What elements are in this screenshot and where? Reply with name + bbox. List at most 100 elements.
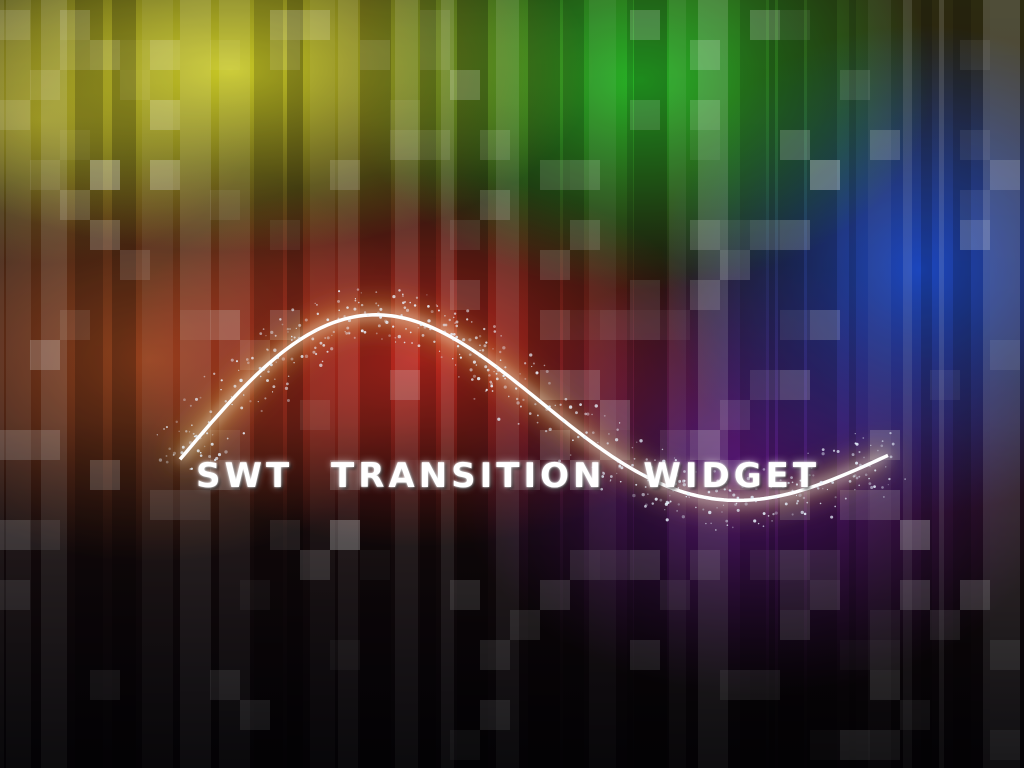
sparkle bbox=[714, 529, 717, 531]
sparkle bbox=[821, 452, 825, 456]
sparkle bbox=[194, 397, 199, 401]
sparkle bbox=[180, 451, 184, 455]
sparkle bbox=[413, 304, 417, 307]
sparkle bbox=[290, 339, 293, 341]
sparkle bbox=[235, 360, 239, 363]
sparkle bbox=[240, 406, 244, 410]
sparkle bbox=[286, 382, 289, 386]
sparkle bbox=[795, 502, 799, 505]
sparkle bbox=[483, 327, 486, 331]
sparkle bbox=[346, 306, 349, 309]
sparkle bbox=[807, 452, 809, 455]
sparkle bbox=[877, 449, 879, 452]
sparkle bbox=[685, 495, 687, 498]
sparkle bbox=[591, 431, 595, 434]
sparkle bbox=[264, 397, 267, 400]
sparkle bbox=[455, 320, 459, 324]
sparkle bbox=[326, 318, 330, 322]
sparkle bbox=[722, 504, 725, 506]
sparkle bbox=[191, 424, 193, 427]
sparkle bbox=[377, 311, 380, 315]
sparkle bbox=[497, 369, 500, 372]
sparkle bbox=[594, 404, 598, 408]
sparkle bbox=[459, 356, 463, 359]
sparkle bbox=[242, 432, 246, 435]
sparkle bbox=[319, 341, 323, 345]
sparkle bbox=[522, 398, 525, 402]
sparkle bbox=[388, 334, 391, 337]
sparkle bbox=[188, 441, 193, 445]
sparkle bbox=[175, 420, 178, 424]
sparkle bbox=[744, 502, 748, 506]
sparkle bbox=[266, 379, 269, 383]
sparkle bbox=[353, 336, 356, 339]
sparkle bbox=[499, 350, 502, 354]
sparkle bbox=[544, 429, 548, 433]
sparkle bbox=[478, 335, 482, 338]
sparkle bbox=[491, 390, 494, 392]
sparkle bbox=[295, 327, 297, 330]
sparkle bbox=[472, 360, 477, 364]
sparkle bbox=[791, 513, 794, 516]
sparkle bbox=[688, 496, 690, 498]
sparkle bbox=[485, 341, 488, 344]
sparkle bbox=[394, 341, 397, 343]
sparkle bbox=[231, 403, 233, 406]
banner-artwork: SWT TRANSITION WIDGET bbox=[0, 0, 1024, 768]
sparkle bbox=[479, 349, 481, 352]
sparkle bbox=[344, 330, 346, 333]
sparkle bbox=[379, 307, 383, 311]
sparkle bbox=[524, 362, 527, 365]
sparkle bbox=[452, 333, 456, 336]
sparkle bbox=[468, 353, 472, 357]
sparkle bbox=[279, 318, 282, 321]
sparkle bbox=[767, 515, 770, 517]
sparkle bbox=[564, 397, 568, 401]
sparkle bbox=[572, 439, 574, 442]
sparkle bbox=[234, 393, 236, 396]
sparkle bbox=[203, 445, 206, 448]
sparkle bbox=[535, 371, 539, 375]
sparkle bbox=[438, 350, 441, 352]
sparkle bbox=[548, 427, 552, 431]
sparkle bbox=[486, 368, 490, 372]
sparkle bbox=[519, 373, 521, 375]
sparkle bbox=[188, 431, 191, 433]
sparkle bbox=[405, 308, 410, 312]
sparkle bbox=[429, 327, 432, 331]
sparkle bbox=[281, 323, 284, 326]
sparkle bbox=[495, 372, 498, 375]
sparkle bbox=[168, 447, 171, 450]
sparkle bbox=[705, 522, 707, 525]
sparkle bbox=[458, 376, 460, 378]
sparkle bbox=[211, 434, 214, 436]
sparkle bbox=[603, 414, 606, 417]
sparkle bbox=[230, 358, 234, 362]
sparkle bbox=[428, 323, 430, 326]
sparkle bbox=[270, 330, 274, 334]
sparkle bbox=[337, 317, 340, 320]
sparkle bbox=[889, 431, 892, 435]
sparkle bbox=[452, 338, 456, 342]
sparkle bbox=[183, 398, 186, 402]
sparkle bbox=[319, 363, 323, 367]
sparkle bbox=[165, 425, 169, 429]
sparkle bbox=[298, 323, 302, 327]
sparkle bbox=[202, 432, 205, 435]
sparkle bbox=[796, 499, 800, 503]
sparkle bbox=[304, 318, 308, 322]
sparkle bbox=[377, 324, 381, 328]
sparkle bbox=[536, 421, 539, 424]
sparkle bbox=[273, 378, 276, 381]
sparkle bbox=[210, 442, 214, 446]
sparkle bbox=[271, 391, 274, 393]
sparkle bbox=[443, 330, 447, 334]
sparkle bbox=[508, 395, 510, 398]
sparkle bbox=[286, 327, 290, 331]
sparkle bbox=[493, 325, 496, 328]
sparkle bbox=[844, 497, 847, 500]
sparkle bbox=[481, 348, 485, 352]
sparkle bbox=[375, 332, 378, 335]
sparkle bbox=[249, 400, 252, 403]
sparkle bbox=[771, 520, 773, 522]
